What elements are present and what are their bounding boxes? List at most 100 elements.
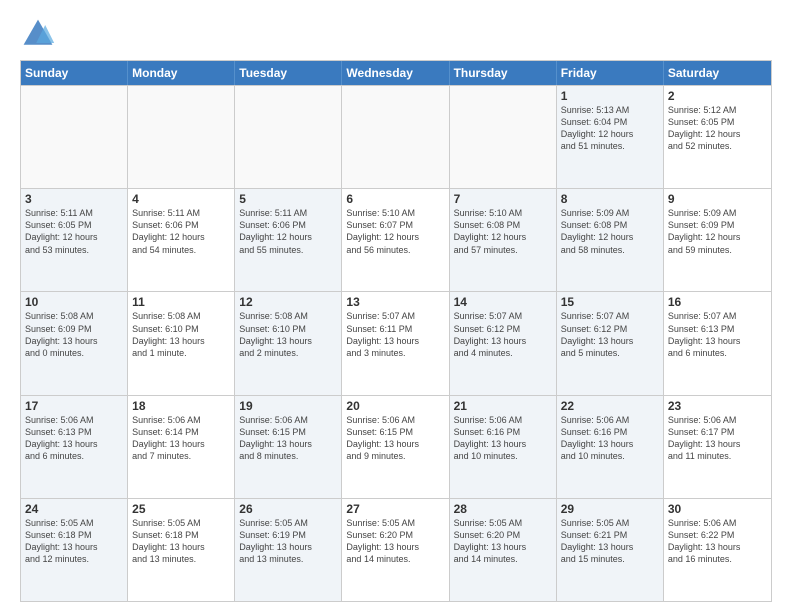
- calendar-cell-4-4: 28Sunrise: 5:05 AM Sunset: 6:20 PM Dayli…: [450, 499, 557, 601]
- calendar-cell-1-5: 8Sunrise: 5:09 AM Sunset: 6:08 PM Daylig…: [557, 189, 664, 291]
- calendar-cell-4-1: 25Sunrise: 5:05 AM Sunset: 6:18 PM Dayli…: [128, 499, 235, 601]
- calendar-row-3: 17Sunrise: 5:06 AM Sunset: 6:13 PM Dayli…: [21, 395, 771, 498]
- day-number: 8: [561, 192, 659, 206]
- calendar-body: 1Sunrise: 5:13 AM Sunset: 6:04 PM Daylig…: [21, 85, 771, 601]
- day-number: 26: [239, 502, 337, 516]
- day-number: 30: [668, 502, 767, 516]
- calendar-cell-1-6: 9Sunrise: 5:09 AM Sunset: 6:09 PM Daylig…: [664, 189, 771, 291]
- day-number: 14: [454, 295, 552, 309]
- calendar-cell-3-1: 18Sunrise: 5:06 AM Sunset: 6:14 PM Dayli…: [128, 396, 235, 498]
- day-number: 29: [561, 502, 659, 516]
- calendar-cell-2-0: 10Sunrise: 5:08 AM Sunset: 6:09 PM Dayli…: [21, 292, 128, 394]
- calendar-row-2: 10Sunrise: 5:08 AM Sunset: 6:09 PM Dayli…: [21, 291, 771, 394]
- calendar-cell-0-3: [342, 86, 449, 188]
- day-number: 17: [25, 399, 123, 413]
- calendar-header: SundayMondayTuesdayWednesdayThursdayFrid…: [21, 61, 771, 85]
- day-number: 9: [668, 192, 767, 206]
- day-number: 22: [561, 399, 659, 413]
- day-number: 15: [561, 295, 659, 309]
- calendar-cell-0-0: [21, 86, 128, 188]
- calendar-cell-1-1: 4Sunrise: 5:11 AM Sunset: 6:06 PM Daylig…: [128, 189, 235, 291]
- day-number: 28: [454, 502, 552, 516]
- logo: [20, 16, 62, 52]
- header-day-saturday: Saturday: [664, 61, 771, 85]
- calendar-cell-4-2: 26Sunrise: 5:05 AM Sunset: 6:19 PM Dayli…: [235, 499, 342, 601]
- day-number: 4: [132, 192, 230, 206]
- day-number: 10: [25, 295, 123, 309]
- cell-info-text: Sunrise: 5:10 AM Sunset: 6:07 PM Dayligh…: [346, 207, 444, 256]
- calendar-cell-3-4: 21Sunrise: 5:06 AM Sunset: 6:16 PM Dayli…: [450, 396, 557, 498]
- day-number: 13: [346, 295, 444, 309]
- calendar-cell-3-2: 19Sunrise: 5:06 AM Sunset: 6:15 PM Dayli…: [235, 396, 342, 498]
- cell-info-text: Sunrise: 5:06 AM Sunset: 6:15 PM Dayligh…: [239, 414, 337, 463]
- calendar-cell-0-6: 2Sunrise: 5:12 AM Sunset: 6:05 PM Daylig…: [664, 86, 771, 188]
- header-day-thursday: Thursday: [450, 61, 557, 85]
- cell-info-text: Sunrise: 5:05 AM Sunset: 6:20 PM Dayligh…: [346, 517, 444, 566]
- calendar-cell-1-2: 5Sunrise: 5:11 AM Sunset: 6:06 PM Daylig…: [235, 189, 342, 291]
- cell-info-text: Sunrise: 5:11 AM Sunset: 6:06 PM Dayligh…: [239, 207, 337, 256]
- day-number: 27: [346, 502, 444, 516]
- cell-info-text: Sunrise: 5:05 AM Sunset: 6:21 PM Dayligh…: [561, 517, 659, 566]
- page: SundayMondayTuesdayWednesdayThursdayFrid…: [0, 0, 792, 612]
- cell-info-text: Sunrise: 5:06 AM Sunset: 6:17 PM Dayligh…: [668, 414, 767, 463]
- day-number: 19: [239, 399, 337, 413]
- cell-info-text: Sunrise: 5:05 AM Sunset: 6:20 PM Dayligh…: [454, 517, 552, 566]
- cell-info-text: Sunrise: 5:08 AM Sunset: 6:10 PM Dayligh…: [132, 310, 230, 359]
- cell-info-text: Sunrise: 5:08 AM Sunset: 6:10 PM Dayligh…: [239, 310, 337, 359]
- day-number: 6: [346, 192, 444, 206]
- calendar-row-1: 3Sunrise: 5:11 AM Sunset: 6:05 PM Daylig…: [21, 188, 771, 291]
- calendar-cell-2-5: 15Sunrise: 5:07 AM Sunset: 6:12 PM Dayli…: [557, 292, 664, 394]
- day-number: 7: [454, 192, 552, 206]
- cell-info-text: Sunrise: 5:05 AM Sunset: 6:19 PM Dayligh…: [239, 517, 337, 566]
- header-day-tuesday: Tuesday: [235, 61, 342, 85]
- calendar-cell-0-2: [235, 86, 342, 188]
- calendar-cell-0-4: [450, 86, 557, 188]
- cell-info-text: Sunrise: 5:07 AM Sunset: 6:12 PM Dayligh…: [561, 310, 659, 359]
- cell-info-text: Sunrise: 5:09 AM Sunset: 6:09 PM Dayligh…: [668, 207, 767, 256]
- day-number: 23: [668, 399, 767, 413]
- calendar-cell-2-3: 13Sunrise: 5:07 AM Sunset: 6:11 PM Dayli…: [342, 292, 449, 394]
- calendar-row-4: 24Sunrise: 5:05 AM Sunset: 6:18 PM Dayli…: [21, 498, 771, 601]
- day-number: 1: [561, 89, 659, 103]
- calendar-row-0: 1Sunrise: 5:13 AM Sunset: 6:04 PM Daylig…: [21, 85, 771, 188]
- cell-info-text: Sunrise: 5:11 AM Sunset: 6:05 PM Dayligh…: [25, 207, 123, 256]
- calendar-cell-2-6: 16Sunrise: 5:07 AM Sunset: 6:13 PM Dayli…: [664, 292, 771, 394]
- calendar-cell-0-1: [128, 86, 235, 188]
- cell-info-text: Sunrise: 5:06 AM Sunset: 6:22 PM Dayligh…: [668, 517, 767, 566]
- cell-info-text: Sunrise: 5:11 AM Sunset: 6:06 PM Dayligh…: [132, 207, 230, 256]
- header: [20, 16, 772, 52]
- cell-info-text: Sunrise: 5:06 AM Sunset: 6:13 PM Dayligh…: [25, 414, 123, 463]
- day-number: 21: [454, 399, 552, 413]
- day-number: 2: [668, 89, 767, 103]
- calendar-cell-4-6: 30Sunrise: 5:06 AM Sunset: 6:22 PM Dayli…: [664, 499, 771, 601]
- day-number: 25: [132, 502, 230, 516]
- cell-info-text: Sunrise: 5:06 AM Sunset: 6:15 PM Dayligh…: [346, 414, 444, 463]
- header-day-monday: Monday: [128, 61, 235, 85]
- calendar-cell-1-3: 6Sunrise: 5:10 AM Sunset: 6:07 PM Daylig…: [342, 189, 449, 291]
- calendar-cell-1-0: 3Sunrise: 5:11 AM Sunset: 6:05 PM Daylig…: [21, 189, 128, 291]
- day-number: 18: [132, 399, 230, 413]
- day-number: 24: [25, 502, 123, 516]
- cell-info-text: Sunrise: 5:08 AM Sunset: 6:09 PM Dayligh…: [25, 310, 123, 359]
- header-day-sunday: Sunday: [21, 61, 128, 85]
- day-number: 20: [346, 399, 444, 413]
- cell-info-text: Sunrise: 5:06 AM Sunset: 6:14 PM Dayligh…: [132, 414, 230, 463]
- calendar-cell-4-0: 24Sunrise: 5:05 AM Sunset: 6:18 PM Dayli…: [21, 499, 128, 601]
- calendar-cell-2-4: 14Sunrise: 5:07 AM Sunset: 6:12 PM Dayli…: [450, 292, 557, 394]
- calendar-cell-3-5: 22Sunrise: 5:06 AM Sunset: 6:16 PM Dayli…: [557, 396, 664, 498]
- calendar-cell-0-5: 1Sunrise: 5:13 AM Sunset: 6:04 PM Daylig…: [557, 86, 664, 188]
- cell-info-text: Sunrise: 5:05 AM Sunset: 6:18 PM Dayligh…: [25, 517, 123, 566]
- calendar-cell-3-6: 23Sunrise: 5:06 AM Sunset: 6:17 PM Dayli…: [664, 396, 771, 498]
- cell-info-text: Sunrise: 5:06 AM Sunset: 6:16 PM Dayligh…: [454, 414, 552, 463]
- cell-info-text: Sunrise: 5:10 AM Sunset: 6:08 PM Dayligh…: [454, 207, 552, 256]
- day-number: 16: [668, 295, 767, 309]
- calendar-cell-2-2: 12Sunrise: 5:08 AM Sunset: 6:10 PM Dayli…: [235, 292, 342, 394]
- header-day-wednesday: Wednesday: [342, 61, 449, 85]
- cell-info-text: Sunrise: 5:09 AM Sunset: 6:08 PM Dayligh…: [561, 207, 659, 256]
- calendar-cell-4-5: 29Sunrise: 5:05 AM Sunset: 6:21 PM Dayli…: [557, 499, 664, 601]
- day-number: 11: [132, 295, 230, 309]
- day-number: 12: [239, 295, 337, 309]
- day-number: 3: [25, 192, 123, 206]
- logo-icon: [20, 16, 56, 52]
- cell-info-text: Sunrise: 5:12 AM Sunset: 6:05 PM Dayligh…: [668, 104, 767, 153]
